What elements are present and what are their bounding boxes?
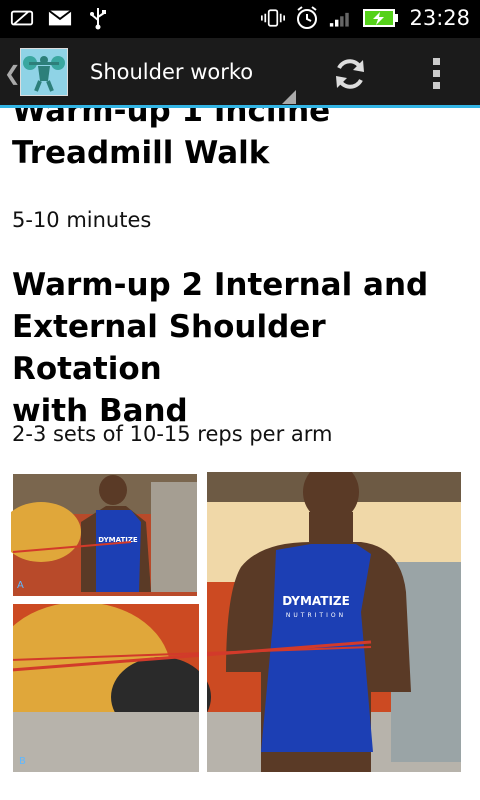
usb-icon (86, 6, 110, 30)
vibrate-icon (261, 6, 286, 30)
warmup-2-sets: 2-3 sets of 10-15 reps per arm (12, 422, 333, 446)
overflow-menu-icon[interactable] (422, 54, 452, 94)
heading-warmup-2: Warm-up 2 Internal and External Shoulder… (12, 267, 429, 429)
screenshot-icon (10, 6, 34, 30)
panel-b-label: B (19, 756, 26, 767)
status-bar: 23:28 (0, 0, 480, 38)
shirt-brand-b: DYMATIZE (282, 594, 350, 608)
warmup-1-duration: 5-10 minutes (12, 208, 152, 232)
signal-icon (329, 6, 353, 30)
alarm-icon (295, 6, 319, 30)
panel-a-label: A (17, 580, 24, 591)
spinner-indicator-icon (282, 90, 296, 104)
app-logo-icon[interactable] (20, 48, 68, 96)
mail-icon (48, 6, 72, 30)
battery-charging-icon (363, 6, 399, 30)
title-spinner[interactable]: Shoulder worko (76, 38, 296, 108)
refresh-icon[interactable] (330, 54, 370, 94)
page-title: Shoulder worko (90, 60, 254, 84)
heading-warmup-1: Warm-up 1 Incline Treadmill Walk (12, 108, 331, 171)
article-content[interactable]: Warm-up 1 Incline Treadmill Walk 5-10 mi… (0, 108, 480, 800)
exercise-photo: DYMATIZE NUTRITION DYMATIZE A B (11, 472, 461, 772)
action-bar: ❮ Shoulder worko (0, 38, 480, 108)
up-caret-icon[interactable]: ❮ (4, 62, 21, 84)
clock: 23:28 (409, 6, 470, 30)
shirt-sub-b: NUTRITION (286, 612, 346, 619)
